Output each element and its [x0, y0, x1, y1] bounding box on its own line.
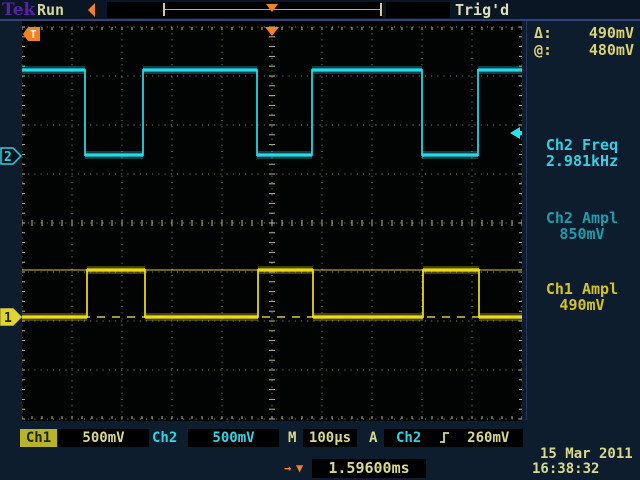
trigger-source: Ch2 [396, 430, 421, 446]
triangle-down-icon: ▼ [296, 461, 303, 475]
cursor-at-readout: @: 480mV [534, 41, 634, 59]
cursor-delta-readout: Δ: 490mV [534, 24, 634, 42]
record-trigger-position-marker [266, 4, 278, 12]
trigger-status: Trig'd [455, 1, 509, 19]
ch1-scale-readout: 500mV [58, 429, 149, 447]
measurement-value: 2.981kHz [524, 153, 640, 169]
ch2-marker-label: 2 [4, 150, 12, 165]
menu-empty-box [386, 2, 450, 18]
timebase-label: M [288, 429, 296, 447]
trigger-a-label: A [369, 429, 377, 447]
ch1-badge: Ch1 [20, 429, 57, 447]
measurement-label: Ch2 Freq [524, 137, 640, 153]
measurement-value: 490mV [524, 297, 640, 313]
ch2-scale-readout: 500mV [188, 429, 279, 447]
measurement-label: Ch1 Ampl [524, 281, 640, 297]
measurement-label: Ch2 Ampl [524, 210, 640, 226]
measurement-ch2-ampl: Ch2 Ampl 850mV [524, 210, 640, 242]
delta-icon: Δ: [534, 24, 552, 42]
arrow-right-icon: → [284, 461, 291, 475]
timebase-readout: 100µs [303, 429, 357, 447]
rising-slope-icon [438, 431, 451, 444]
acquisition-status: Run [37, 1, 64, 19]
oscilloscope-screen: Tek Run T Trig'd T 2 1 Δ: 490mV @: 480mV… [0, 0, 640, 480]
tek-logo: Tek [2, 0, 35, 20]
measurement-ch2-freq: Ch2 Freq 2.981kHz [524, 137, 640, 169]
menu-bar: Tek Run T Trig'd [0, 0, 640, 21]
ch2-position-marker: 2 [0, 147, 22, 165]
trigger-level: 260mV [467, 430, 509, 446]
date-readout: 15 Mar 2011 [540, 447, 633, 461]
ch1-marker-label: 1 [4, 311, 12, 326]
delay-time-readout: 1.59600ms [312, 459, 426, 478]
waveform-display: T [22, 21, 522, 421]
measurement-ch1-ampl: Ch1 Ampl 490mV [524, 281, 640, 313]
ch2-label: Ch2 [152, 429, 177, 447]
arrow-left-icon [88, 3, 95, 17]
at-icon: @: [534, 41, 552, 59]
trigger-readout: Ch2 260mV [384, 429, 523, 447]
trigger-position-icon: T [88, 3, 95, 17]
svg-text:T: T [30, 28, 37, 41]
at-value: 480mV [589, 41, 634, 59]
delta-value: 490mV [589, 24, 634, 42]
ch1-position-marker: 1 [0, 308, 22, 326]
measurement-value: 850mV [524, 226, 640, 242]
time-readout: 16:38:32 [532, 462, 599, 476]
